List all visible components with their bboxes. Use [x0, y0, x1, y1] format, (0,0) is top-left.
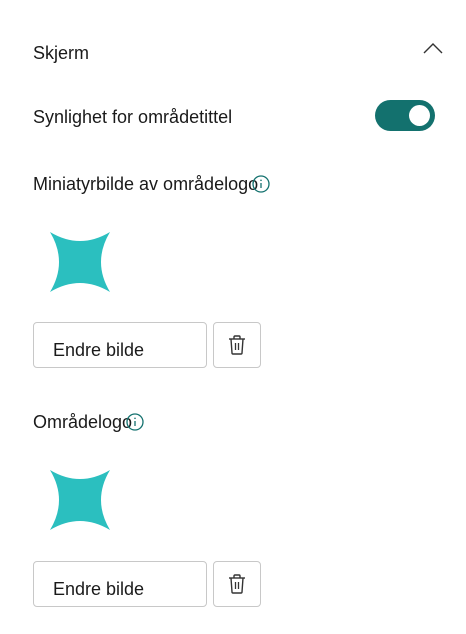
thumbnail-delete-image-button[interactable] [213, 322, 261, 368]
section-title: Skjerm [33, 43, 90, 63]
four-point-star-icon [50, 470, 110, 530]
title-visibility-toggle[interactable] [375, 100, 435, 131]
collapse-section-button[interactable] [421, 36, 445, 60]
chevron-up-icon [423, 43, 443, 54]
site-logo-change-image-label: Endre bilde [53, 579, 145, 599]
site-logo-label-row: Områdelogo [33, 411, 144, 433]
thumbnail-logo-label: Miniatyrbilde av områdelogo [33, 174, 259, 194]
site-logo-label: Områdelogo [33, 412, 133, 432]
trash-icon [229, 335, 245, 355]
title-visibility-label: Synlighet for områdetittel [33, 107, 233, 127]
site-logo-change-image-button[interactable]: Endre bilde [33, 561, 207, 607]
site-logo-delete-image-button[interactable] [213, 561, 261, 607]
thumbnail-change-image-label: Endre bilde [53, 340, 145, 360]
trash-icon [229, 574, 245, 594]
thumbnail-change-image-button[interactable]: Endre bilde [33, 322, 207, 368]
info-icon[interactable] [252, 175, 270, 193]
display-section-header: Skjerm [33, 36, 445, 70]
toggle-knob [409, 105, 430, 126]
four-point-star-icon [50, 232, 110, 292]
info-icon[interactable] [126, 413, 144, 431]
thumbnail-logo-label-row: Miniatyrbilde av områdelogo [33, 173, 270, 195]
title-visibility-row: Synlighet for områdetittel [33, 100, 435, 132]
